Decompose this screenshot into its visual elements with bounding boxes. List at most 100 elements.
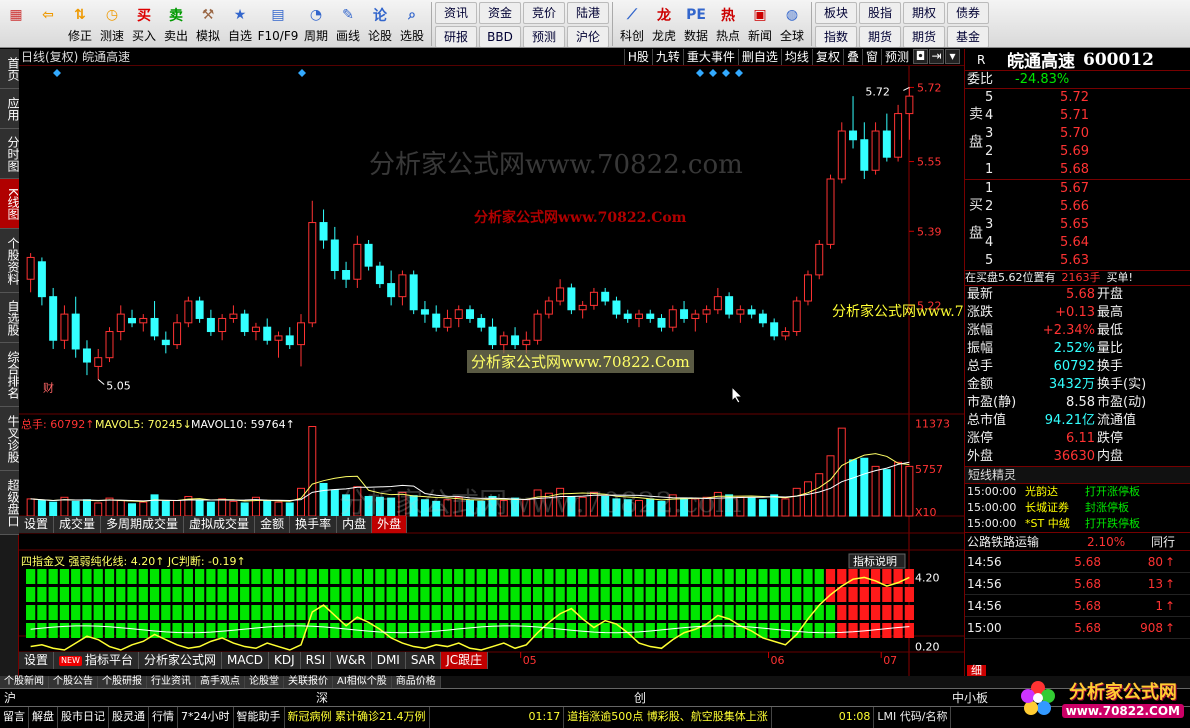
status-button[interactable]: 留言 [0,707,29,728]
info-button[interactable]: 研报 [435,26,477,47]
info-button[interactable]: 资金 [479,2,521,24]
buy-level-row[interactable]: 5 5.63 [985,252,1190,270]
volume-tab[interactable]: 虚拟成交量 [184,516,256,533]
sell-level-row[interactable]: 1 5.68 [985,161,1190,179]
toolbar-button-news[interactable]: ▣ 新闻 [744,0,776,46]
volume-tab[interactable]: 外盘 [372,516,408,533]
left-tab-7[interactable]: 牛叉诊股 [0,407,20,471]
buy-level-row[interactable]: 4 5.64 [985,234,1190,252]
toolbar-button-app-menu[interactable]: ▦ [0,0,32,46]
news-tab[interactable]: 个股研报 [98,676,147,688]
status-button[interactable]: 解盘 [29,707,58,728]
forward-icon[interactable]: ⇥ [929,49,944,64]
volume-tab[interactable]: 多周期成交量 [101,516,185,533]
chart-header-button[interactable]: 窗 [861,49,881,65]
left-tab-6[interactable]: 综合排名 [0,343,20,407]
toolbar-button-discuss[interactable]: 论论股 [364,0,396,46]
status-button[interactable]: 股市日记 [58,707,109,728]
status-button[interactable]: 股灵通 [109,707,149,728]
toolbar-button-up-down[interactable]: ⇅ 修正 [64,0,96,46]
left-tab-3[interactable]: K线图 [0,179,20,229]
info-button[interactable]: 资讯 [435,2,477,24]
index-sh[interactable]: 沪 [0,689,316,706]
volume-tab[interactable]: 内盘 [337,516,373,533]
chart-header-button[interactable]: 复权 [811,49,843,65]
ticker-news-2[interactable]: 道指涨逾500点 博彩股、航空股集体上涨 [564,707,772,728]
market-button[interactable]: 指数 [815,26,857,47]
index-cy[interactable]: 创 [634,689,952,706]
market-button[interactable]: 债券 [947,2,989,24]
news-tab[interactable]: 高手观点 [196,676,245,688]
sector-row[interactable]: 公路铁路运输 2.10% 同行 [965,533,1190,551]
index-sz[interactable]: 深 [316,689,634,706]
buy-level-row[interactable]: 2 5.66 [985,198,1190,216]
toolbar-button-globe[interactable]: ◍ 全球 [776,0,808,46]
toolbar-button-kechuang[interactable]: ⟋ 科创 [616,0,648,46]
toolbar-button-magnify[interactable]: ⌕ 选股 [396,0,428,46]
chart-header-button[interactable]: H股 [623,49,652,65]
toolbar-button-pencil[interactable]: ✎ 画线 [332,0,364,46]
indicator-tab[interactable]: NEW 指标平台 [54,652,139,669]
toolbar-button-pe[interactable]: PE 数据 [680,0,712,46]
news-tab[interactable]: 商品价格 [391,676,441,688]
sell-level-row[interactable]: 5 5.72 [985,89,1190,107]
toolbar-button-sell[interactable]: 卖卖出 [160,0,192,46]
news-tab[interactable]: 行业资讯 [147,676,196,688]
sell-level-row[interactable]: 4 5.71 [985,107,1190,125]
market-button[interactable]: 期货 [859,26,901,47]
signal-row[interactable]: 15:00:00 长城证券 封涨停板 [965,500,1190,516]
dropdown-icon[interactable]: ▾ [945,49,960,64]
lock-icon[interactable]: ◘ [913,49,928,64]
toolbar-button-clock[interactable]: ◷ 测速 [96,0,128,46]
left-tab-1[interactable]: 应用 [0,89,20,129]
news-tab[interactable]: 关联报价 [284,676,333,688]
info-button[interactable]: 陆港 [567,2,609,24]
left-tab-8[interactable]: 超级盘口 [0,471,20,535]
news-tab[interactable]: AI相似个股 [333,676,392,688]
chart-header-button[interactable]: 叠 [842,49,862,65]
news-tab[interactable]: 论股堂 [245,676,284,688]
chart-header-button[interactable]: 预测 [880,49,912,65]
left-tab-4[interactable]: 个股资料 [0,229,20,293]
chart-header-button[interactable]: 删自选 [737,49,781,65]
chart-header-button[interactable]: 重大事件 [682,49,738,65]
market-button[interactable]: 基金 [947,26,989,47]
indicator-tab[interactable]: JC跟庄 [441,652,489,669]
indicator-tab[interactable]: SAR [405,652,442,669]
panel-tab[interactable]: 细 [967,665,986,676]
toolbar-button-f10[interactable]: ▤ F10/F9 [256,0,300,46]
info-button[interactable]: 预测 [523,26,565,47]
volume-tab[interactable]: 金额 [255,516,291,533]
chart-header-button[interactable]: 均线 [780,49,812,65]
ticker-news-1[interactable]: 新冠病例 累计确诊21.4万例 [285,707,430,728]
sell-level-row[interactable]: 2 5.69 [985,143,1190,161]
market-button[interactable]: 期货 [903,26,945,47]
index-zx[interactable]: 中小板 [952,689,988,706]
toolbar-button-period[interactable]: ◔ 周期 [300,0,332,46]
indicator-tab[interactable]: 分析家公式网 [138,652,222,669]
info-button[interactable]: 沪伦 [567,26,609,47]
volume-tab[interactable]: 换手率 [290,516,338,533]
toolbar-button-star[interactable]: ★ 自选 [224,0,256,46]
toolbar-button-hot[interactable]: 热热点 [712,0,744,46]
market-button[interactable]: 板块 [815,2,857,24]
status-button[interactable]: 7*24小时 [178,707,234,728]
market-button[interactable]: 期权 [903,2,945,24]
signal-row[interactable]: 15:00:00 *ST 中绒 打开跌停板 [965,516,1190,532]
indicator-tab[interactable]: MACD [222,652,269,669]
left-tab-2[interactable]: 分时图 [0,129,20,179]
toolbar-button-buy[interactable]: 买买入 [128,0,160,46]
chart-header-button[interactable]: 九转 [651,49,683,65]
status-button[interactable]: 智能助手 [234,707,285,728]
sell-level-row[interactable]: 3 5.70 [985,125,1190,143]
toolbar-button-hammer[interactable]: ⚒ 模拟 [192,0,224,46]
news-tab[interactable]: 个股公告 [49,676,98,688]
volume-tab[interactable]: 设置 [19,516,55,533]
volume-tab[interactable]: 成交量 [54,516,102,533]
news-tab[interactable]: 个股新闻 [0,676,49,688]
signal-row[interactable]: 15:00:00 光韵达 打开涨停板 [965,484,1190,500]
indicator-tab[interactable]: DMI [371,652,406,669]
indicator-tab[interactable]: W&R [331,652,372,669]
left-tab-5[interactable]: 自选股 [0,293,20,343]
info-button[interactable]: 竞价 [523,2,565,24]
